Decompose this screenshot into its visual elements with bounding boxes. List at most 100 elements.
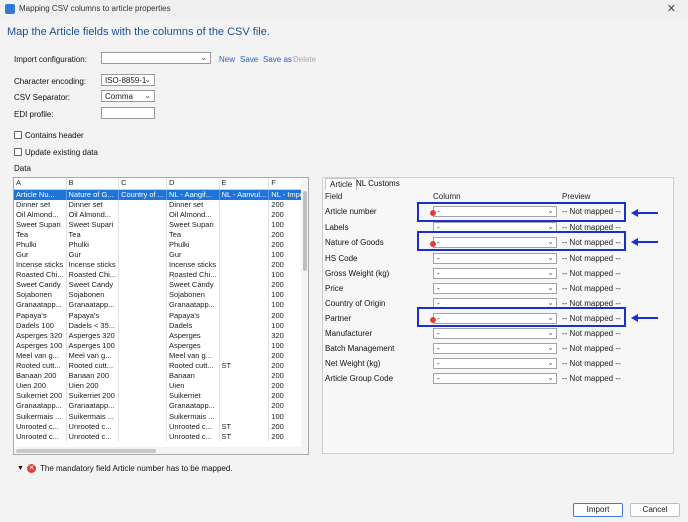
table-cell[interactable]: ST <box>219 361 270 372</box>
table-cell[interactable]: Rooted cutt... <box>66 361 120 372</box>
table-cell[interactable]: Country of ... <box>118 189 167 200</box>
table-cell[interactable] <box>118 300 167 311</box>
table-cell[interactable] <box>118 270 167 281</box>
table-cell[interactable]: Nature of G... <box>66 189 120 200</box>
table-cell[interactable]: Unrooted c... <box>14 431 67 442</box>
table-cell[interactable] <box>118 310 167 321</box>
separator-select[interactable]: Comma ⌄ <box>101 90 155 102</box>
table-row[interactable]: Suikerriet 200 Suikerriet 200 Suikerriet 20… <box>14 391 308 402</box>
column-header-cell[interactable]: E <box>219 178 270 190</box>
table-cell[interactable] <box>219 280 270 291</box>
table-row[interactable]: Suikermais ... Suikermais ... Suikermais .… <box>14 411 308 422</box>
table-cell[interactable] <box>118 320 167 331</box>
cancel-button[interactable]: Cancel <box>630 503 680 517</box>
table-cell[interactable] <box>118 330 167 341</box>
column-select[interactable]: - ⌄ <box>433 358 557 369</box>
table-row[interactable]: Article Nu... Nature of G... Country of ..… <box>14 189 308 200</box>
table-row[interactable]: Rooted cutt... Rooted cutt... Rooted cutt.… <box>14 361 308 372</box>
table-row[interactable]: Incense sticks Incense sticks Incense stic… <box>14 260 308 271</box>
table-cell[interactable] <box>118 421 167 432</box>
column-header-cell[interactable]: A <box>14 178 67 190</box>
scroll-thumb[interactable] <box>16 449 156 453</box>
table-row[interactable]: Banaan 200 Banaan 200 Banaan 200 <box>14 371 308 382</box>
table-cell[interactable]: Banaan 200 <box>14 371 67 382</box>
table-cell[interactable]: Unrooted c... <box>66 431 120 442</box>
table-cell[interactable] <box>219 239 270 250</box>
column-select[interactable]: - ⌄ <box>433 343 557 354</box>
table-cell[interactable]: Dinner set <box>14 199 67 210</box>
table-cell[interactable] <box>118 401 167 412</box>
table-cell[interactable] <box>118 229 167 240</box>
table-cell[interactable]: Roasted Chi... <box>166 270 220 281</box>
table-row[interactable]: Sweet Candy Sweet Candy Sweet Candy 200 <box>14 280 308 291</box>
table-cell[interactable] <box>118 350 167 361</box>
table-row[interactable]: Dinner set Dinner set Dinner set 200 <box>14 199 308 210</box>
vertical-scrollbar[interactable] <box>301 178 308 454</box>
table-cell[interactable] <box>219 249 270 261</box>
table-cell[interactable]: Suikerriet 200 <box>14 391 67 402</box>
table-cell[interactable]: Rooted cutt... <box>166 361 220 372</box>
table-cell[interactable] <box>219 260 270 271</box>
table-cell[interactable]: Asperges 100 <box>66 340 120 351</box>
table-cell[interactable] <box>118 260 167 271</box>
table-cell[interactable]: Tea <box>14 229 67 240</box>
table-cell[interactable]: Phulki <box>14 239 67 250</box>
table-cell[interactable]: Uien 200 <box>66 381 120 392</box>
table-cell[interactable]: Granaatapp... <box>166 300 220 311</box>
table-row[interactable]: Unrooted c... Unrooted c... Unrooted c... S… <box>14 431 308 442</box>
table-cell[interactable]: Papaya's <box>166 310 220 321</box>
table-cell[interactable]: Granaatapp... <box>66 300 120 311</box>
table-row[interactable]: Oil Almond... Oil Almond... Oil Almond... 2… <box>14 209 308 220</box>
table-cell[interactable]: Article Nu... <box>14 189 67 200</box>
import-config-select[interactable]: ⌄ <box>101 52 211 64</box>
table-cell[interactable]: Suikerriet 200 <box>66 391 120 402</box>
table-cell[interactable]: Dadels < 35... <box>66 320 120 331</box>
table-cell[interactable]: Asperges <box>166 330 220 341</box>
encoding-select[interactable]: ISO-8859-1 ⌄ <box>101 74 155 86</box>
column-header-cell[interactable]: C <box>118 178 167 190</box>
table-cell[interactable] <box>219 300 270 311</box>
table-cell[interactable]: Granaatapp... <box>66 401 120 412</box>
table-row[interactable]: Tea Tea Tea 200 <box>14 229 308 240</box>
table-row[interactable]: Phulki Phulki Phulki 200 <box>14 239 308 250</box>
table-row[interactable]: Roasted Chi... Roasted Chi... Roasted Chi.… <box>14 270 308 281</box>
table-cell[interactable] <box>118 411 167 422</box>
table-cell[interactable] <box>219 411 270 422</box>
edi-profile-input[interactable] <box>101 107 155 119</box>
table-row[interactable]: Granaatapp... Granaatapp... Granaatapp... 2… <box>14 401 308 412</box>
table-cell[interactable]: Granaatapp... <box>166 401 220 412</box>
table-cell[interactable]: Incense sticks <box>14 260 67 271</box>
table-cell[interactable]: Sweet Candy <box>14 280 67 291</box>
table-cell[interactable] <box>219 310 270 321</box>
table-cell[interactable] <box>118 391 167 402</box>
table-cell[interactable]: Unrooted c... <box>166 421 220 432</box>
table-cell[interactable]: Sojabonen <box>166 290 220 301</box>
table-cell[interactable] <box>219 290 270 301</box>
table-row[interactable]: Sweet Supari Sweet Supari Sweet Supari 100 <box>14 219 308 230</box>
data-grid[interactable]: A B C D E F Article Nu... Nature of G... Country… <box>13 177 309 455</box>
table-cell[interactable]: Phulki <box>66 239 120 250</box>
table-cell[interactable] <box>219 371 270 382</box>
column-select[interactable]: - ⌄ <box>433 268 557 279</box>
table-cell[interactable] <box>118 381 167 392</box>
table-cell[interactable]: Unrooted c... <box>66 421 120 432</box>
table-row[interactable]: Asperges 100 Asperges 100 Asperges 100 <box>14 340 308 351</box>
table-cell[interactable]: Unrooted c... <box>166 431 220 442</box>
table-cell[interactable] <box>118 431 167 442</box>
column-select[interactable]: - ⌄ <box>433 283 557 294</box>
table-cell[interactable] <box>219 391 270 402</box>
table-cell[interactable]: Meel van g... <box>166 350 220 361</box>
table-cell[interactable]: Suikermais ... <box>66 411 120 422</box>
table-cell[interactable]: Oil Almond... <box>166 209 220 220</box>
table-cell[interactable]: Suikerriet <box>166 391 220 402</box>
scroll-thumb[interactable] <box>303 191 307 271</box>
table-row[interactable]: Granaatapp... Granaatapp... Granaatapp... 1… <box>14 300 308 311</box>
table-cell[interactable] <box>118 290 167 301</box>
table-cell[interactable]: Sojabonen <box>66 290 120 301</box>
table-cell[interactable]: Dadels <box>166 320 220 331</box>
column-select[interactable]: - ⌄ <box>433 328 557 339</box>
table-cell[interactable] <box>118 219 167 230</box>
save-link[interactable]: Save <box>240 55 258 64</box>
table-cell[interactable] <box>118 361 167 372</box>
table-cell[interactable] <box>118 249 167 261</box>
